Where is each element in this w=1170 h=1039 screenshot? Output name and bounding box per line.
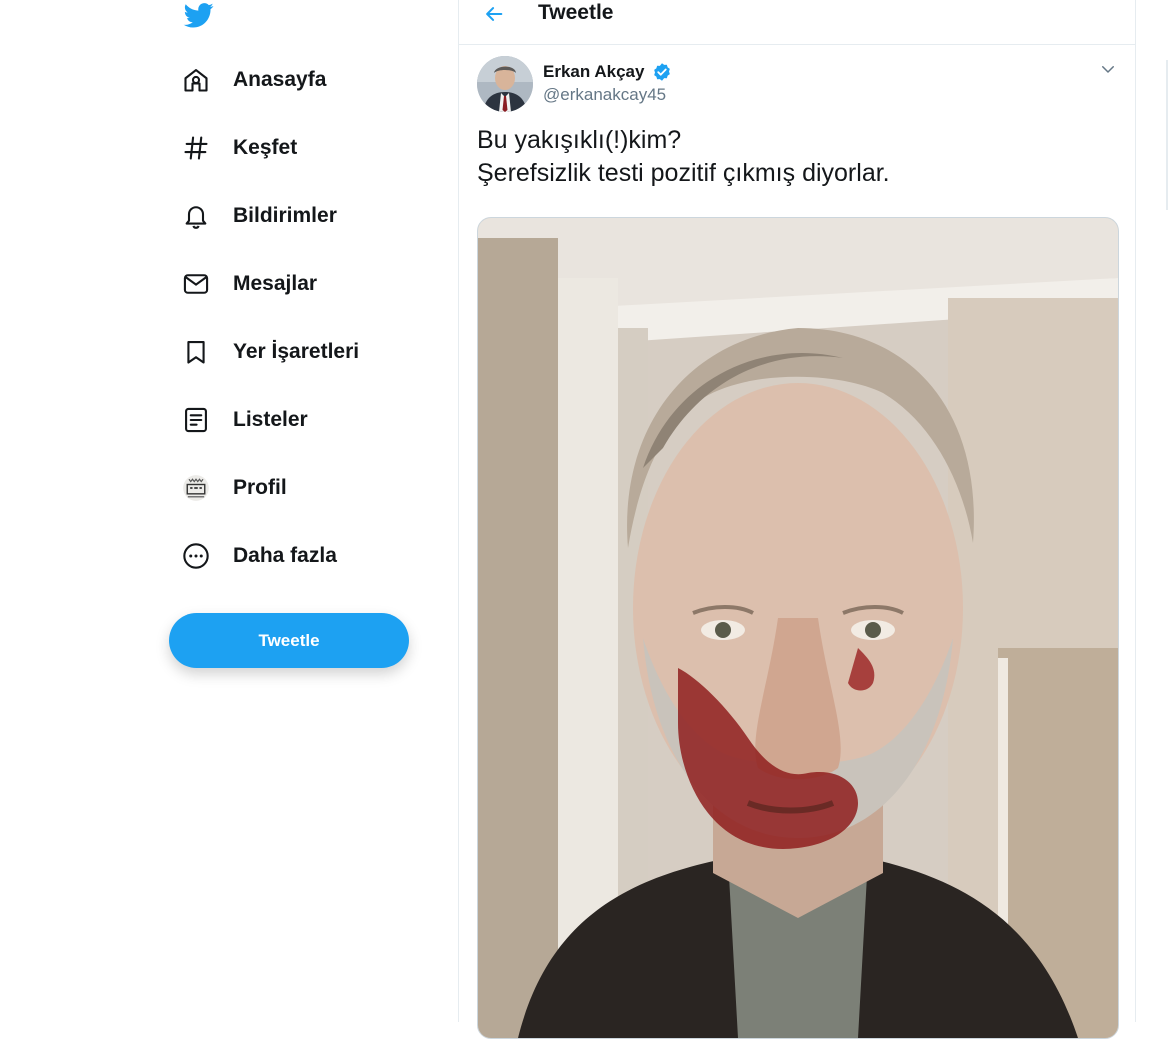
nav-item-label: Listeler xyxy=(233,408,308,431)
nav-item-label: Bildirimler xyxy=(233,204,337,227)
nav-item-label: Yer İşaretleri xyxy=(233,340,360,363)
nav-item-label: Keşfet xyxy=(233,136,298,159)
compose-tweet-button[interactable]: Tweetle xyxy=(169,613,409,668)
tweet-photo-image xyxy=(478,218,1118,1038)
bookmark-icon xyxy=(181,337,211,367)
nav-item-home[interactable]: Anasayfa xyxy=(168,55,326,105)
page-header: Tweetle xyxy=(459,0,1135,45)
tweet-media-photo[interactable] xyxy=(477,217,1119,1039)
nav-item-more[interactable]: Daha fazla xyxy=(168,531,337,581)
nav-item-label: Mesajlar xyxy=(233,272,318,295)
nav-item-profile[interactable]: Profil xyxy=(168,463,287,513)
nav-item-bookmarks[interactable]: Yer İşaretleri xyxy=(168,327,359,377)
author-avatar[interactable] xyxy=(477,56,533,112)
nav-item-explore[interactable]: Keşfet xyxy=(168,123,297,173)
tweet-text-line: Şerefsizlik testi pozitif çıkmış diyorla… xyxy=(477,159,890,187)
left-sidebar-nav: Anasayfa Keşfet Bildirimler Mesajlar Yer… xyxy=(168,0,428,1022)
tweet-text-line: Bu yakışıklı(!)kim? xyxy=(477,126,682,154)
list-icon xyxy=(181,405,211,435)
chevron-down-icon[interactable] xyxy=(1099,60,1117,78)
nav-item-label: Profil xyxy=(233,476,287,499)
bell-icon xyxy=(181,201,211,231)
right-column-edge xyxy=(1166,60,1168,210)
hashtag-icon xyxy=(181,133,211,163)
page-title: Tweetle xyxy=(538,1,614,24)
nav-item-lists[interactable]: Listeler xyxy=(168,395,308,445)
twitter-logo-icon[interactable] xyxy=(182,0,216,30)
nav-item-messages[interactable]: Mesajlar xyxy=(168,259,317,309)
author-name[interactable]: Erkan Akçay xyxy=(543,62,644,82)
nav-item-label: Daha fazla xyxy=(233,544,337,567)
home-icon xyxy=(181,65,211,95)
main-column: Tweetle Erkan Akçay @erkanakcay45 Bu yak… xyxy=(458,0,1136,1039)
tweet-text: Bu yakışıklı(!)kim? Şerefsizlik testi po… xyxy=(477,124,1117,190)
envelope-icon xyxy=(181,269,211,299)
author-avatar-photo xyxy=(477,56,533,112)
profile-avatar-icon xyxy=(181,473,211,503)
nav-item-label: Anasayfa xyxy=(233,68,327,91)
nav-item-notifications[interactable]: Bildirimler xyxy=(168,191,337,241)
author-handle[interactable]: @erkanakcay45 xyxy=(543,85,666,105)
verified-badge-icon xyxy=(654,63,670,81)
back-arrow-icon[interactable] xyxy=(483,3,505,25)
more-circle-icon xyxy=(181,541,211,571)
